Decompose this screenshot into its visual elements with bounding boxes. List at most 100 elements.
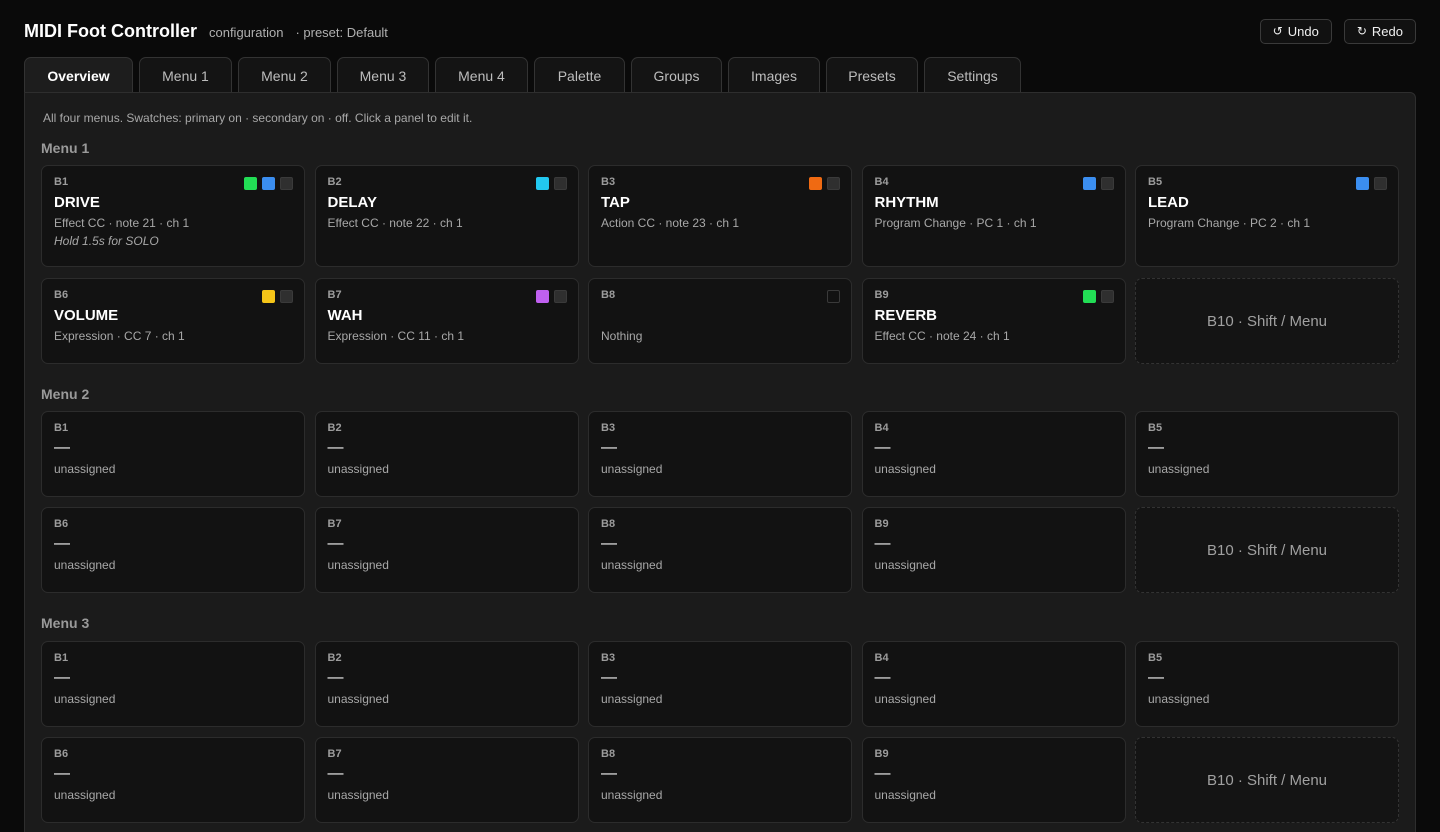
button-desc: unassigned: [874, 788, 936, 802]
tab-presets[interactable]: Presets: [826, 57, 918, 93]
tab-bar: Overview Menu 1 Menu 2 Menu 3 Menu 4 Pal…: [24, 57, 1021, 93]
tab-palette[interactable]: Palette: [534, 57, 625, 93]
menu-1-b6-card[interactable]: B6 VOLUME Expression · CC 7 · ch 1: [41, 278, 305, 364]
button-id: B5: [1148, 422, 1163, 434]
menu-2-b5-card[interactable]: B5 — unassigned: [1135, 411, 1399, 497]
button-desc: Effect CC · note 22 · ch 1: [327, 216, 463, 230]
button-name: —: [874, 439, 891, 456]
undo-button[interactable]: ↺ Undo: [1259, 18, 1332, 44]
swatches: [535, 177, 567, 190]
menu-3-b1-card[interactable]: B1 — unassigned: [41, 641, 305, 727]
button-id: B1: [54, 422, 69, 434]
menu-3-b8-card[interactable]: B8 — unassigned: [588, 737, 852, 823]
menu-1-b5-card[interactable]: B5 LEAD Program Change · PC 2 · ch 1: [1135, 165, 1399, 267]
button-name: —: [54, 669, 70, 686]
menu-3-title: Menu 3: [41, 615, 90, 631]
button-id: B4: [874, 652, 889, 664]
menu-1-shift-card[interactable]: B10 · Shift / Menu: [1135, 278, 1399, 364]
swatches: [1356, 177, 1387, 190]
menu-1-b8-card[interactable]: B8 Nothing: [588, 278, 852, 364]
swatches: [827, 290, 840, 303]
button-name: —: [1148, 439, 1164, 456]
menu-3-b9-card[interactable]: B9 — unassigned: [861, 737, 1126, 823]
off-swatch: [553, 177, 567, 190]
button-name: —: [874, 765, 891, 782]
overview-hint: All four menus. Swatches: primary on · s…: [43, 111, 473, 125]
tab-groups[interactable]: Groups: [631, 57, 722, 93]
button-id: B8: [601, 289, 616, 301]
button-id: B5: [1148, 176, 1163, 188]
swatches: [535, 290, 567, 303]
menu-2-b2-card[interactable]: B2 — unassigned: [314, 411, 579, 497]
button-desc: Program Change · PC 1 · ch 1: [874, 216, 1037, 230]
button-id: B7: [327, 518, 342, 530]
menu-1-b1-card[interactable]: B1 DRIVE Effect CC · note 21 · ch 1 Hold…: [41, 165, 305, 267]
button-desc: unassigned: [874, 558, 936, 572]
tab-menu-2[interactable]: Menu 2: [238, 57, 331, 93]
tab-menu-1[interactable]: Menu 1: [139, 57, 232, 93]
button-name: DELAY: [327, 194, 377, 211]
app-header: MIDI Foot Controller configuration · pre…: [24, 16, 1416, 46]
menu-1-b4-card[interactable]: B4 RHYTHM Program Change · PC 1 · ch 1: [861, 165, 1126, 267]
menu-2-b8-card[interactable]: B8 — unassigned: [588, 507, 852, 593]
tab-menu-4[interactable]: Menu 4: [435, 57, 528, 93]
button-desc: unassigned: [601, 558, 663, 572]
swatches: [1082, 177, 1114, 190]
tab-overview[interactable]: Overview: [24, 57, 133, 93]
redo-label: Redo: [1371, 23, 1403, 39]
button-id: B3: [601, 176, 616, 188]
menu-3-b6-card[interactable]: B6 — unassigned: [41, 737, 305, 823]
button-name: —: [54, 765, 70, 782]
menu-2-title: Menu 2: [41, 386, 90, 402]
primary-swatch: [1082, 177, 1096, 190]
menu-3-b3-card[interactable]: B3 — unassigned: [588, 641, 852, 727]
app-subtitle: configuration: [208, 25, 284, 40]
menu-2-b7-card[interactable]: B7 — unassigned: [314, 507, 579, 593]
button-id: B3: [601, 652, 616, 664]
menu-2-b9-card[interactable]: B9 — unassigned: [861, 507, 1126, 593]
menu-3-b2-card[interactable]: B2 — unassigned: [314, 641, 579, 727]
tab-images[interactable]: Images: [728, 57, 820, 93]
off-swatch: [827, 177, 840, 190]
button-name: VOLUME: [54, 307, 119, 324]
button-name: —: [601, 765, 617, 782]
primary-swatch: [1082, 290, 1096, 303]
off-swatch: [827, 290, 840, 303]
button-desc: unassigned: [327, 558, 389, 572]
button-id: B2: [327, 422, 342, 434]
button-name: —: [327, 669, 344, 686]
menu-3-b4-card[interactable]: B4 — unassigned: [861, 641, 1126, 727]
menu-3-shift-card[interactable]: B10 · Shift / Menu: [1135, 737, 1399, 823]
tab-settings[interactable]: Settings: [924, 57, 1021, 93]
menu-2-b1-card[interactable]: B1 — unassigned: [41, 411, 305, 497]
primary-swatch: [262, 290, 275, 303]
button-name: —: [327, 765, 344, 782]
button-name: —: [874, 669, 891, 686]
menu-2-shift-card[interactable]: B10 · Shift / Menu: [1135, 507, 1399, 593]
menu-1-b7-card[interactable]: B7 WAH Expression · CC 11 · ch 1: [314, 278, 579, 364]
redo-button[interactable]: ↻ Redo: [1343, 18, 1416, 44]
menu-2-b4-card[interactable]: B4 — unassigned: [861, 411, 1126, 497]
menu-2-b3-card[interactable]: B3 — unassigned: [588, 411, 852, 497]
preset-indicator: · preset: Default: [295, 25, 388, 40]
primary-swatch: [809, 177, 822, 190]
undo-label: Undo: [1287, 23, 1319, 39]
button-desc: Expression · CC 11 · ch 1: [327, 329, 465, 343]
menu-2-b6-card[interactable]: B6 — unassigned: [41, 507, 305, 593]
button-desc: unassigned: [327, 462, 389, 476]
menu-2-grid: B1 — unassigned B2 — unassigned B3 — unassigne…: [41, 411, 1399, 593]
button-name: —: [601, 669, 617, 686]
button-desc: unassigned: [327, 788, 389, 802]
tab-menu-3[interactable]: Menu 3: [337, 57, 429, 93]
menu-3-b7-card[interactable]: B7 — unassigned: [314, 737, 579, 823]
button-name: DRIVE: [54, 194, 100, 211]
button-name: REVERB: [874, 307, 938, 324]
menu-1-b2-card[interactable]: B2 DELAY Effect CC · note 22 · ch 1: [314, 165, 579, 267]
button-id: B8: [601, 518, 616, 530]
menu-1-b3-card[interactable]: B3 TAP Action CC · note 23 · ch 1: [588, 165, 852, 267]
off-swatch: [1374, 177, 1387, 190]
button-desc: unassigned: [54, 462, 116, 476]
overview-panel: All four menus. Swatches: primary on · s…: [24, 92, 1416, 832]
menu-1-b9-card[interactable]: B9 REVERB Effect CC · note 24 · ch 1: [861, 278, 1126, 364]
menu-3-b5-card[interactable]: B5 — unassigned: [1135, 641, 1399, 727]
